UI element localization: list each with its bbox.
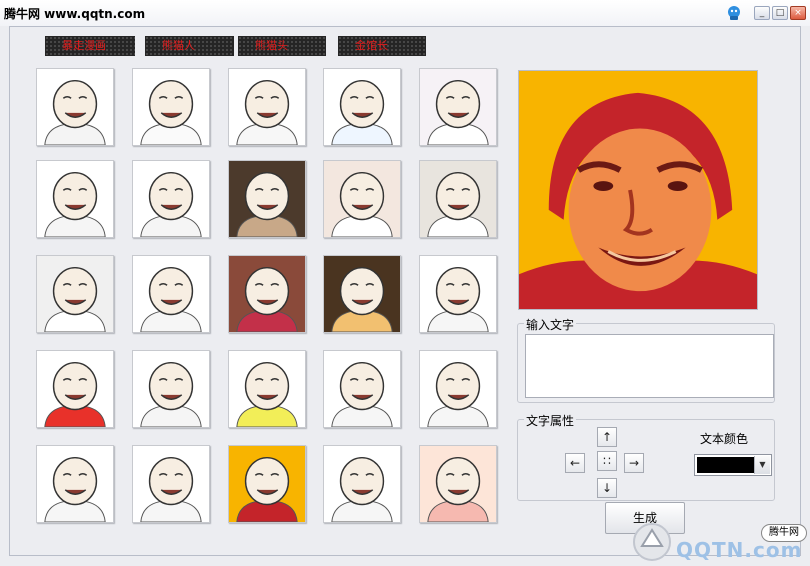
meme-face-icon xyxy=(420,161,496,237)
face-thumbnail[interactable] xyxy=(419,160,497,238)
face-thumbnail[interactable] xyxy=(323,255,401,333)
face-thumbnail[interactable] xyxy=(419,68,497,146)
input-text-label: 输入文字 xyxy=(524,316,577,333)
move-up-button[interactable]: ↑ xyxy=(597,427,617,447)
meme-face-icon xyxy=(324,446,400,522)
meme-face-icon xyxy=(37,351,113,427)
face-thumbnail[interactable] xyxy=(132,255,210,333)
face-thumbnail[interactable] xyxy=(228,68,306,146)
meme-face-icon xyxy=(420,446,496,522)
preview-face-icon xyxy=(519,71,757,309)
window-title: 腾牛网 www.qqtn.com xyxy=(4,7,146,21)
face-thumbnail[interactable] xyxy=(228,255,306,333)
face-thumbnail[interactable] xyxy=(419,350,497,428)
meme-face-icon xyxy=(37,69,113,145)
tab-2[interactable]: 熊猫头 xyxy=(238,36,326,56)
tab-0[interactable]: 暴走漫画 xyxy=(45,36,135,56)
text-color-select[interactable]: ▼ xyxy=(694,454,772,476)
skin-icon[interactable] xyxy=(726,5,742,21)
face-thumbnail[interactable] xyxy=(132,68,210,146)
face-thumbnail[interactable] xyxy=(132,350,210,428)
face-thumbnail[interactable] xyxy=(36,68,114,146)
face-thumbnail[interactable] xyxy=(419,255,497,333)
move-down-button[interactable]: ↓ xyxy=(597,478,617,498)
face-thumbnail[interactable] xyxy=(323,445,401,523)
chevron-down-icon[interactable]: ▼ xyxy=(754,456,770,474)
meme-face-icon xyxy=(133,256,209,332)
meme-face-icon xyxy=(133,69,209,145)
title-bar: 腾牛网 www.qqtn.com _ □ × xyxy=(0,0,810,26)
face-thumbnail[interactable] xyxy=(323,68,401,146)
face-thumbnail[interactable] xyxy=(323,160,401,238)
face-thumbnail[interactable] xyxy=(36,445,114,523)
face-thumbnail[interactable] xyxy=(132,445,210,523)
face-thumbnail[interactable] xyxy=(419,445,497,523)
face-thumbnail[interactable] xyxy=(228,350,306,428)
meme-face-icon xyxy=(229,446,305,522)
meme-face-icon xyxy=(37,446,113,522)
face-thumbnail[interactable] xyxy=(228,160,306,238)
meme-face-icon xyxy=(324,161,400,237)
meme-face-icon xyxy=(37,161,113,237)
color-swatch xyxy=(697,457,754,473)
meme-face-icon xyxy=(420,69,496,145)
meme-face-icon xyxy=(324,351,400,427)
text-props-label: 文字属性 xyxy=(524,412,577,429)
meme-face-icon xyxy=(133,351,209,427)
move-right-button[interactable]: → xyxy=(624,453,644,473)
meme-face-icon xyxy=(420,256,496,332)
move-left-button[interactable]: ← xyxy=(565,453,585,473)
meme-face-icon xyxy=(37,256,113,332)
meme-face-icon xyxy=(324,256,400,332)
meme-face-icon xyxy=(229,256,305,332)
meme-face-icon xyxy=(229,351,305,427)
face-thumbnail[interactable] xyxy=(228,445,306,523)
center-button[interactable]: ∷ xyxy=(597,451,617,471)
maximize-button[interactable]: □ xyxy=(772,6,788,20)
meme-face-icon xyxy=(229,69,305,145)
meme-face-icon xyxy=(324,69,400,145)
face-thumbnail[interactable] xyxy=(36,350,114,428)
tab-1[interactable]: 熊猫人 xyxy=(145,36,234,56)
meme-face-icon xyxy=(133,161,209,237)
face-thumbnail[interactable] xyxy=(323,350,401,428)
face-thumbnail[interactable] xyxy=(132,160,210,238)
meme-face-icon xyxy=(133,446,209,522)
face-thumbnail[interactable] xyxy=(36,160,114,238)
text-input[interactable] xyxy=(525,334,774,398)
meme-face-icon xyxy=(420,351,496,427)
watermark-brand: 腾牛网 xyxy=(761,524,807,542)
tab-3[interactable]: 金馆长 xyxy=(338,36,426,56)
meme-face-icon xyxy=(229,161,305,237)
close-button[interactable]: × xyxy=(790,6,806,20)
preview-image xyxy=(518,70,758,310)
text-color-label: 文本颜色 xyxy=(700,432,749,446)
face-thumbnail[interactable] xyxy=(36,255,114,333)
window-controls: _ □ × xyxy=(726,5,806,21)
minimize-button[interactable]: _ xyxy=(754,6,770,20)
